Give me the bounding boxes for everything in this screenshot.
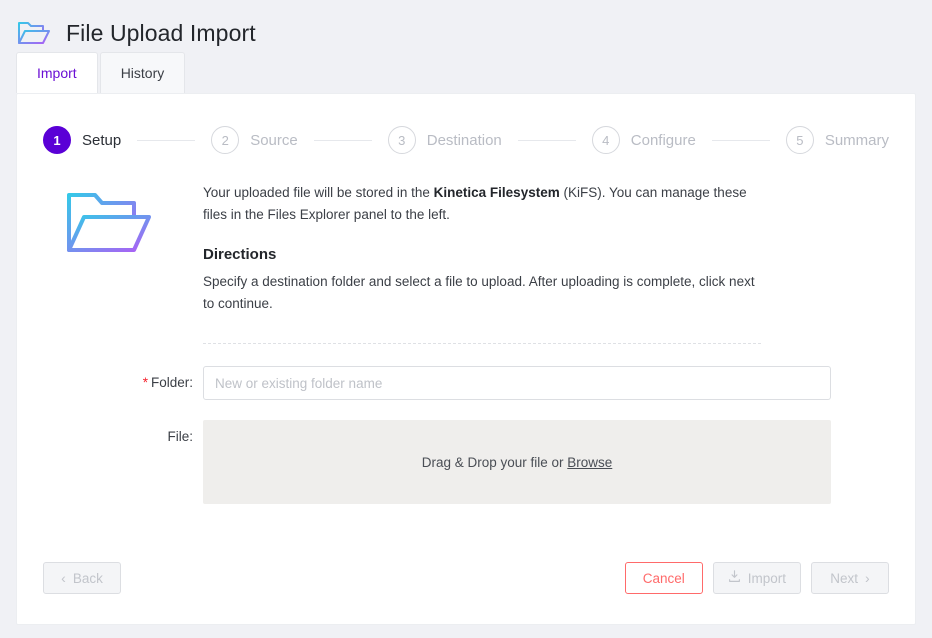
- tab-history-label: History: [121, 65, 165, 81]
- step-connector-2: [314, 140, 372, 141]
- file-field-label: File:: [43, 420, 203, 454]
- directions-heading: Directions: [203, 246, 871, 263]
- step-configure-number: 4: [592, 126, 620, 154]
- step-source-number: 2: [211, 126, 239, 154]
- file-dropzone[interactable]: Drag & Drop your file or Browse: [203, 420, 831, 504]
- import-button[interactable]: Import: [713, 562, 801, 594]
- step-connector-3: [518, 140, 576, 141]
- step-destination-number: 3: [388, 126, 416, 154]
- step-setup-number: 1: [43, 126, 71, 154]
- file-field-row: File: Drag & Drop your file or Browse: [43, 420, 889, 504]
- step-destination-label: Destination: [427, 132, 502, 149]
- dropzone-text: Drag & Drop your file or Browse: [422, 455, 613, 470]
- folder-open-icon: [16, 18, 52, 48]
- setup-text-block: Your uploaded file will be stored in the…: [203, 182, 889, 344]
- intro-text-part1: Your uploaded file will be stored in the: [203, 185, 434, 200]
- step-connector-1: [137, 140, 195, 141]
- step-summary-label: Summary: [825, 132, 889, 149]
- tab-history[interactable]: History: [100, 52, 186, 93]
- step-connector-4: [712, 140, 770, 141]
- step-configure[interactable]: 4 Configure: [592, 126, 696, 154]
- folder-input[interactable]: [203, 366, 831, 400]
- step-source[interactable]: 2 Source: [211, 126, 298, 154]
- wizard-stepper: 1 Setup 2 Source 3 Destination 4 Configu…: [17, 94, 915, 154]
- import-wizard-card: 1 Setup 2 Source 3 Destination 4 Configu…: [16, 93, 916, 625]
- chevron-left-icon: ‹: [61, 571, 66, 585]
- chevron-right-icon: ›: [865, 571, 870, 585]
- section-divider: [203, 343, 761, 344]
- page-title: File Upload Import: [66, 20, 256, 47]
- import-button-label: Import: [748, 571, 786, 586]
- next-button-label: Next: [830, 571, 858, 586]
- setup-description-row: Your uploaded file will be stored in the…: [17, 154, 915, 344]
- directions-paragraph: Specify a destination folder and select …: [203, 271, 763, 315]
- intro-paragraph: Your uploaded file will be stored in the…: [203, 182, 763, 226]
- cancel-button[interactable]: Cancel: [625, 562, 703, 594]
- step-source-label: Source: [250, 132, 298, 149]
- step-configure-label: Configure: [631, 132, 696, 149]
- download-tray-icon: [728, 570, 741, 586]
- intro-bold-term: Kinetica Filesystem: [434, 185, 560, 200]
- cancel-button-label: Cancel: [643, 571, 685, 586]
- dropzone-instruction: Drag & Drop your file or: [422, 455, 568, 470]
- step-summary-number: 5: [786, 126, 814, 154]
- step-destination[interactable]: 3 Destination: [388, 126, 502, 154]
- step-summary[interactable]: 5 Summary: [786, 126, 889, 154]
- folder-field-label: *Folder:: [43, 366, 203, 400]
- folder-open-large-icon: [43, 182, 203, 344]
- back-button[interactable]: ‹ Back: [43, 562, 121, 594]
- wizard-footer: ‹ Back Cancel Import Next ›: [17, 562, 915, 594]
- next-button[interactable]: Next ›: [811, 562, 889, 594]
- step-setup-label: Setup: [82, 132, 121, 149]
- step-setup[interactable]: 1 Setup: [43, 126, 121, 154]
- folder-required-marker: *: [143, 375, 148, 390]
- folder-label-text: Folder:: [151, 375, 193, 390]
- back-button-label: Back: [73, 571, 103, 586]
- setup-form: *Folder: File: Drag & Drop your file or …: [17, 344, 915, 504]
- tab-bar: Import History: [0, 52, 932, 93]
- page-header: File Upload Import: [0, 0, 932, 52]
- tab-import-label: Import: [37, 65, 77, 81]
- tab-import[interactable]: Import: [16, 52, 98, 93]
- folder-field-row: *Folder:: [43, 366, 889, 400]
- browse-link[interactable]: Browse: [567, 455, 612, 470]
